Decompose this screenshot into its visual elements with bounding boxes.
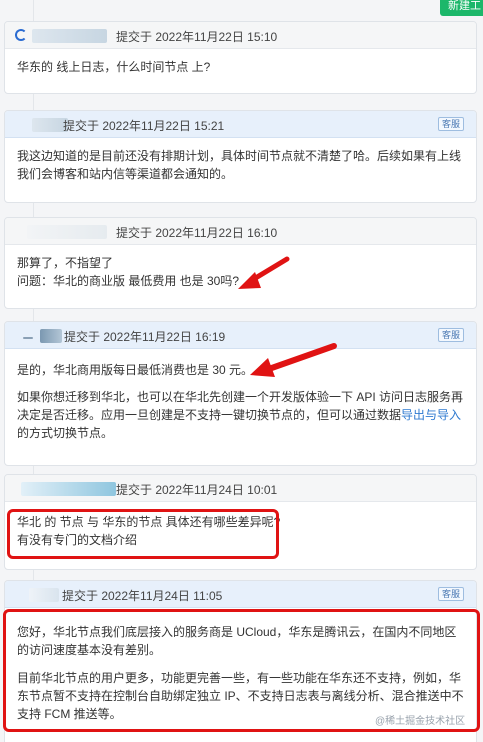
arrow-icon (238, 256, 290, 289)
arrow-icon (250, 343, 337, 377)
annotation-arrows (238, 256, 337, 377)
watermark: @稀土掘金技术社区 (375, 716, 466, 727)
